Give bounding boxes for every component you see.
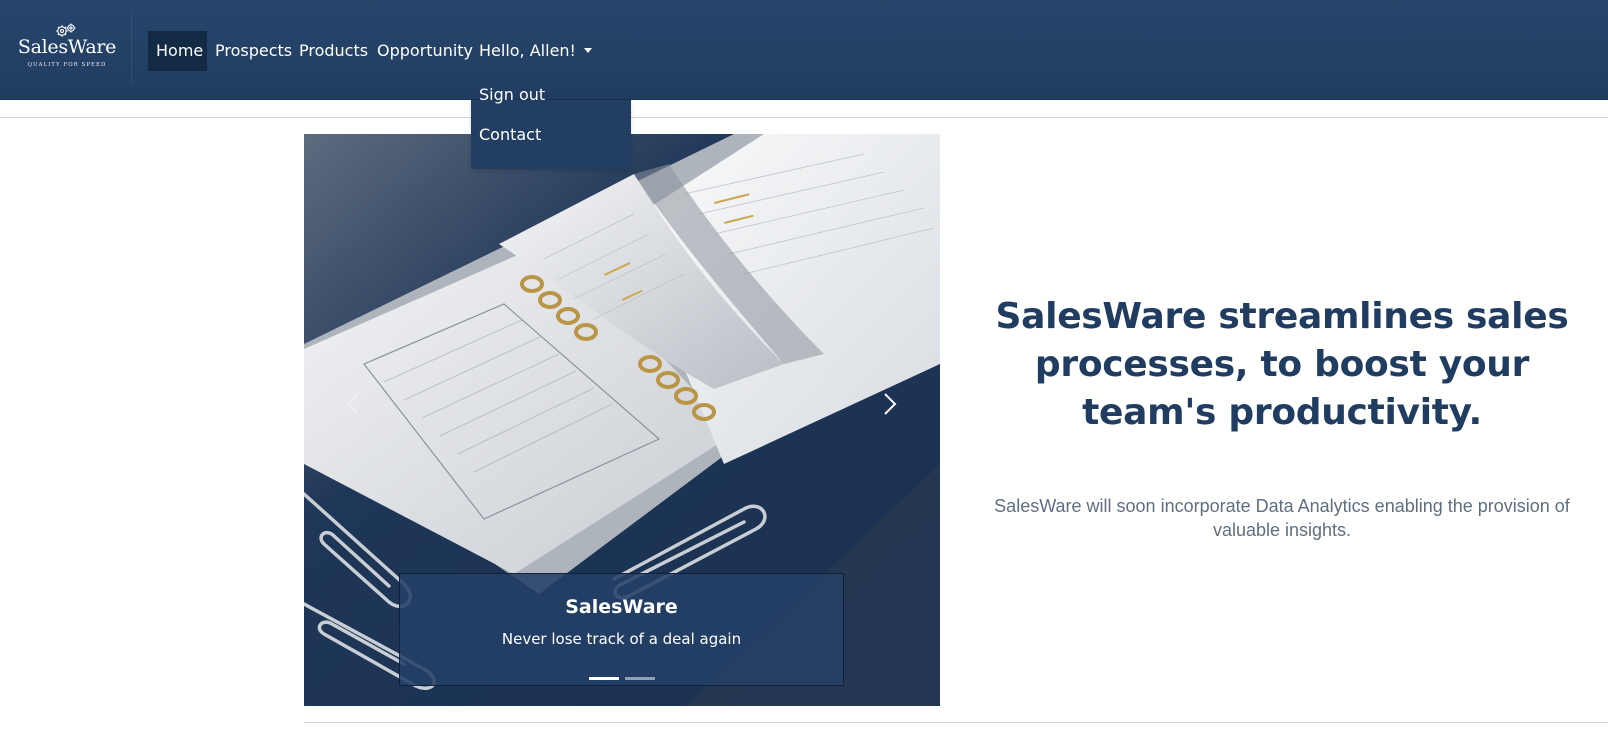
user-dropdown-menu: Sign out Contact	[471, 85, 631, 169]
chevron-right-icon[interactable]	[869, 384, 909, 424]
user-menu-toggle[interactable]: Hello, Allen!	[471, 31, 600, 71]
menu-item-contact[interactable]: Contact	[479, 125, 541, 144]
caret-down-icon	[583, 48, 592, 53]
brand-logo[interactable]: SalesWare QUALITY FOR SPEED	[14, 18, 120, 78]
nav-products[interactable]: Products	[291, 31, 376, 71]
brand-divider	[131, 14, 132, 86]
caption-text: Never lose track of a deal again	[501, 630, 742, 648]
carousel-caption: SalesWare Never lose track of a deal aga…	[399, 573, 844, 686]
carousel-indicators	[400, 677, 843, 681]
chevron-left-icon[interactable]	[334, 384, 374, 424]
nav-opportunity[interactable]: Opportunity	[369, 31, 481, 71]
user-greeting: Hello, Allen!	[479, 41, 576, 60]
hero-carousel: SalesWare Never lose track of a deal aga…	[304, 134, 940, 706]
hero-subtext: SalesWare will soon incorporate Data Ana…	[994, 496, 1570, 540]
indicator-slide-2[interactable]	[624, 677, 655, 680]
brand-name: SalesWare	[17, 36, 117, 58]
nav-prospects[interactable]: Prospects	[207, 31, 300, 71]
top-navbar: SalesWare QUALITY FOR SPEED Home Prospec…	[0, 0, 1608, 100]
brand-tagline: QUALITY FOR SPEED	[27, 62, 107, 68]
divider	[304, 722, 1608, 723]
caption-title: SalesWare	[565, 596, 678, 618]
hero-heading: SalesWare streamlines sales processes, t…	[995, 296, 1569, 433]
indicator-slide-1[interactable]	[588, 677, 619, 680]
nav-home[interactable]: Home	[148, 31, 207, 71]
menu-item-sign-out[interactable]: Sign out	[479, 85, 545, 104]
divider	[0, 117, 1608, 118]
